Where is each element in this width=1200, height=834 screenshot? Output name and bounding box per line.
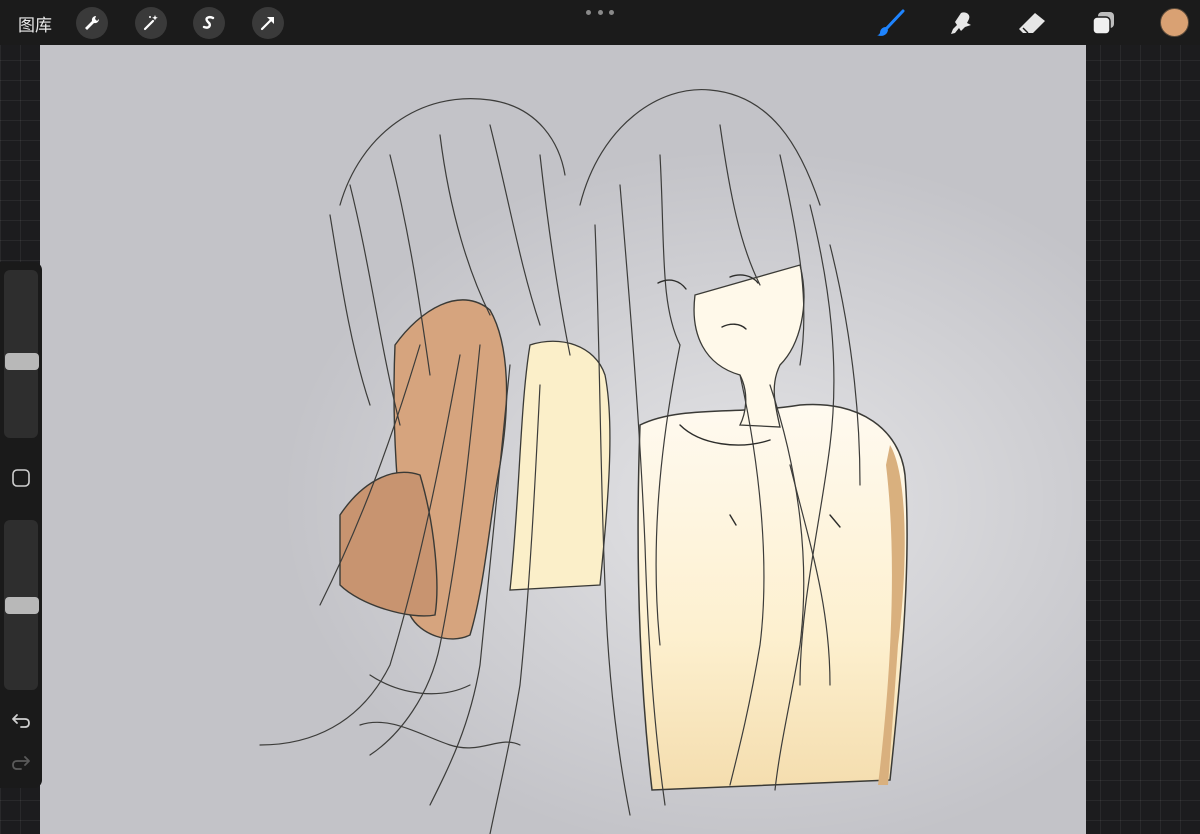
eraser-tool-button[interactable] — [1017, 8, 1047, 38]
top-toolbar: 图库 — [0, 0, 1200, 45]
smudge-tool-button[interactable] — [946, 8, 976, 38]
more-options-icon[interactable] — [586, 6, 614, 18]
brush-opacity-thumb[interactable] — [5, 597, 39, 614]
brush-size-thumb[interactable] — [5, 353, 39, 370]
redo-icon — [12, 756, 30, 770]
left-sidebar — [0, 262, 42, 788]
wrench-icon — [85, 15, 100, 30]
transform-arrow-icon — [260, 17, 274, 31]
brush-opacity-slider[interactable] — [4, 520, 39, 690]
selection-s-icon — [202, 16, 215, 29]
artwork-illustration — [40, 45, 1086, 834]
color-picker-button[interactable] — [1160, 8, 1189, 37]
smudge-icon — [951, 12, 971, 34]
undo-button[interactable] — [5, 704, 37, 736]
brush-tool-button[interactable] — [876, 8, 906, 38]
layers-icon — [1092, 12, 1114, 35]
adjustments-button[interactable] — [135, 7, 167, 39]
transform-button[interactable] — [252, 7, 284, 39]
selection-button[interactable] — [193, 7, 225, 39]
modify-button[interactable] — [5, 462, 37, 494]
modify-square-icon — [12, 469, 30, 487]
brush-size-slider[interactable] — [4, 270, 39, 438]
layers-button[interactable] — [1089, 8, 1119, 38]
eraser-icon — [1019, 13, 1045, 34]
actions-button[interactable] — [76, 7, 108, 39]
magic-wand-icon — [143, 15, 158, 31]
redo-button[interactable] — [5, 746, 37, 778]
gallery-button[interactable]: 图库 — [18, 11, 52, 36]
undo-icon — [12, 714, 30, 728]
brush-icon — [877, 9, 905, 36]
drawing-canvas[interactable] — [40, 45, 1086, 834]
